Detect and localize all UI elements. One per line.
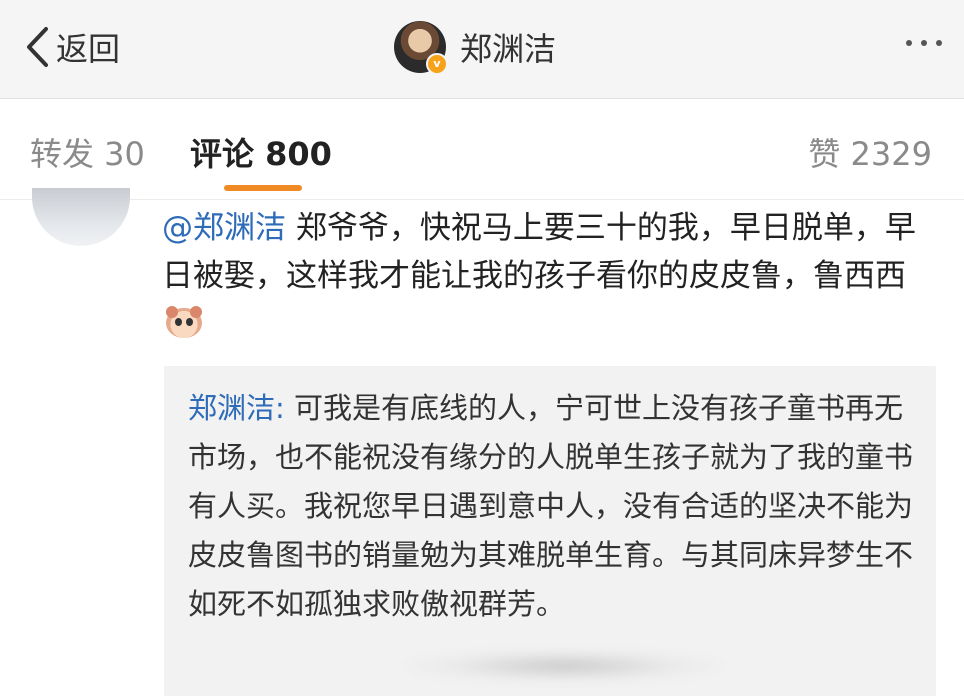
reply-text: 可我是有底线的人，宁可世上没有孩子童书再无市场，也不能祝没有缘分的人脱单生孩子就… <box>188 391 914 621</box>
blurred-overlay <box>404 648 724 684</box>
cute-face-emoji-icon <box>166 306 204 340</box>
verified-badge-icon: v <box>426 53 448 75</box>
comment-body: @郑渊洁 郑爷爷，快祝马上要三十的我，早日脱单，早日被娶，这样我才能让我的孩子看… <box>162 204 942 348</box>
reply-body: 郑渊洁: 可我是有底线的人，宁可世上没有孩子童书再无市场，也不能祝没有缘分的人脱… <box>188 384 918 629</box>
mention-link[interactable]: @郑渊洁 <box>162 210 286 246</box>
comment-list: @郑渊洁 郑爷爷，快祝马上要三十的我，早日脱单，早日被娶，这样我才能让我的孩子看… <box>0 188 964 696</box>
tab-likes[interactable]: 赞 2329 <box>808 129 932 175</box>
top-navigation-bar: 返回 v 郑渊洁 <box>0 0 964 99</box>
page-title: 郑渊洁 <box>460 30 557 68</box>
post-stats-tabs: 转发 30 评论 800 赞 2329 <box>0 99 964 200</box>
more-dot-icon <box>906 40 912 46</box>
active-tab-indicator <box>224 185 302 191</box>
tab-comments[interactable]: 评论 800 <box>190 129 332 175</box>
commenter-avatar[interactable] <box>32 188 130 246</box>
more-options-button[interactable] <box>906 40 942 46</box>
chevron-left-icon <box>27 27 48 67</box>
profile-title[interactable]: v 郑渊洁 <box>394 18 556 76</box>
author-avatar-wrap: v <box>394 21 448 75</box>
tab-repost[interactable]: 转发 30 <box>30 129 145 175</box>
author-reply-box[interactable]: 郑渊洁: 可我是有底线的人，宁可世上没有孩子童书再无市场，也不能祝没有缘分的人脱… <box>164 366 936 696</box>
more-dot-icon <box>936 40 942 46</box>
more-dot-icon <box>921 40 927 46</box>
back-label: 返回 <box>56 30 121 68</box>
back-button[interactable]: 返回 <box>24 22 120 72</box>
reply-author-link[interactable]: 郑渊洁: <box>188 391 285 425</box>
